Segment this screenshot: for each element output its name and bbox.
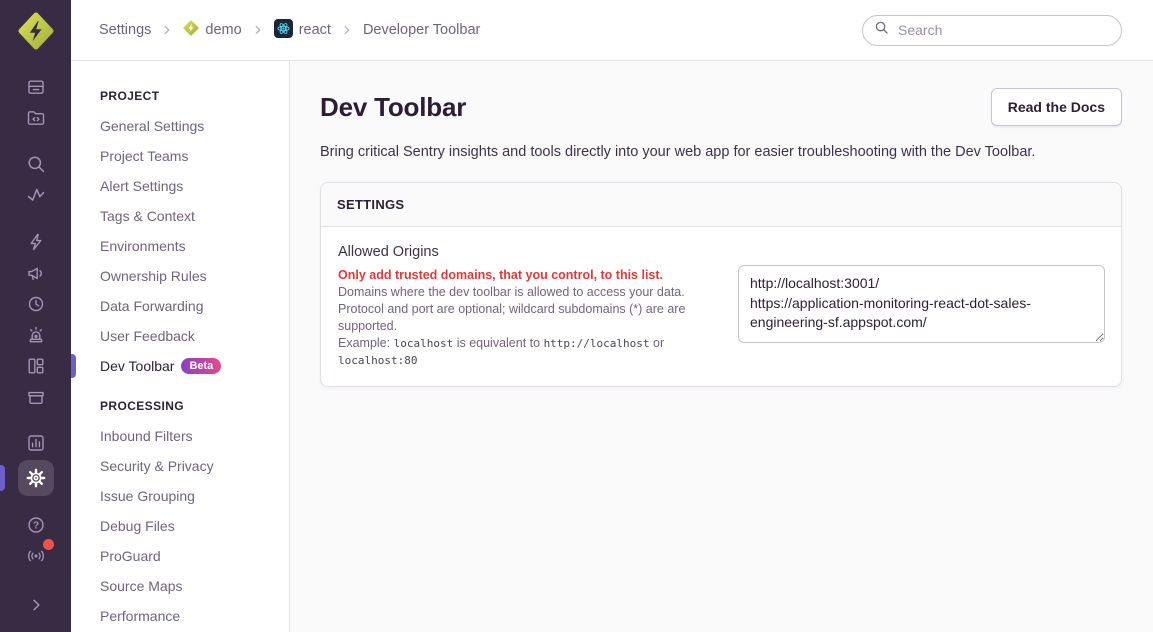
breadcrumb-project[interactable]: react [274,19,331,42]
breadcrumb-settings[interactable]: Settings [99,22,151,38]
trace-pulse-icon[interactable] [22,181,50,209]
siren-icon[interactable] [22,321,50,349]
breadcrumb-separator-icon [340,23,354,37]
sidebar-item-dev-toolbar[interactable]: Dev Toolbar Beta [71,351,289,381]
sidebar-item-label: Dev Toolbar [100,358,174,374]
sidebar-item-ownership-rules[interactable]: Ownership Rules [71,261,289,291]
rail-active-indicator [0,465,5,491]
sentry-logo[interactable] [16,11,56,51]
page-description: Bring critical Sentry insights and tools… [320,144,1122,160]
sidebar-item-general-settings[interactable]: General Settings [71,111,289,141]
settings-panel: SETTINGS Allowed Origins Only add truste… [320,182,1122,387]
allowed-origins-input[interactable]: http://localhost:3001/ https://applicati… [738,265,1105,343]
main-content: Dev Toolbar Read the Docs Bring critical… [290,61,1153,632]
notification-dot [43,539,54,550]
react-logo-icon [274,19,293,42]
breadcrumb-page: Developer Toolbar [363,22,480,38]
breadcrumb-separator-icon [251,23,265,37]
broadcast-icon[interactable] [22,542,50,570]
breadcrumb-separator-icon [160,23,174,37]
sidebar-active-indicator [71,354,76,378]
history-clock-icon[interactable] [22,290,50,318]
page-title: Dev Toolbar [320,92,466,123]
app-icon-rail: ? [0,0,71,632]
read-docs-button[interactable]: Read the Docs [991,88,1122,126]
sidebar-item-user-feedback[interactable]: User Feedback [71,321,289,351]
chevron-right-icon[interactable] [22,591,50,619]
breadcrumb-project-label: react [299,22,331,38]
search-icon[interactable] [22,150,50,178]
sidebar-item-data-forwarding[interactable]: Data Forwarding [71,291,289,321]
section-title-processing: PROCESSING [71,399,289,415]
org-logo-icon [183,20,199,40]
top-bar: Settings demo [71,0,1153,61]
inbox-icon[interactable] [22,73,50,101]
search-icon [874,20,889,40]
projects-folder-code-icon[interactable] [22,104,50,132]
sidebar-item-inbound-filters[interactable]: Inbound Filters [71,421,289,451]
sidebar-item-tags-context[interactable]: Tags & Context [71,201,289,231]
allowed-origins-label: Allowed Origins [338,244,690,260]
bar-chart-icon[interactable] [22,429,50,457]
dashboard-grid-icon[interactable] [22,352,50,380]
allowed-origins-help: Domains where the dev toolbar is allowed… [338,284,690,369]
sidebar-item-source-maps[interactable]: Source Maps [71,571,289,601]
megaphone-icon[interactable] [22,259,50,287]
breadcrumb: Settings demo [99,19,480,42]
sidebar-item-project-teams[interactable]: Project Teams [71,141,289,171]
sidebar-item-issue-grouping[interactable]: Issue Grouping [71,481,289,511]
gear-icon[interactable] [18,460,54,496]
sidebar-item-debug-files[interactable]: Debug Files [71,511,289,541]
search-input[interactable] [896,21,1110,39]
beta-badge: Beta [181,358,221,374]
section-title-project: PROJECT [71,89,289,105]
breadcrumb-org-label: demo [205,22,241,38]
settings-sidebar: PROJECT General Settings Project Teams A… [71,61,290,632]
search-box[interactable] [862,15,1122,46]
svg-text:?: ? [32,521,38,532]
sidebar-item-security-privacy[interactable]: Security & Privacy [71,451,289,481]
sidebar-item-proguard[interactable]: ProGuard [71,541,289,571]
sidebar-item-performance[interactable]: Performance [71,601,289,631]
help-icon[interactable]: ? [22,511,50,539]
lightning-icon[interactable] [22,228,50,256]
code-localhost: localhost [394,337,454,350]
code-http-localhost: http://localhost [544,337,650,350]
sidebar-item-alert-settings[interactable]: Alert Settings [71,171,289,201]
panel-header: SETTINGS [321,183,1121,227]
archive-box-icon[interactable] [22,383,50,411]
sidebar-item-environments[interactable]: Environments [71,231,289,261]
breadcrumb-org[interactable]: demo [183,20,241,40]
allowed-origins-warning: Only add trusted domains, that you contr… [338,267,690,284]
code-localhost-80: localhost:80 [338,354,417,367]
